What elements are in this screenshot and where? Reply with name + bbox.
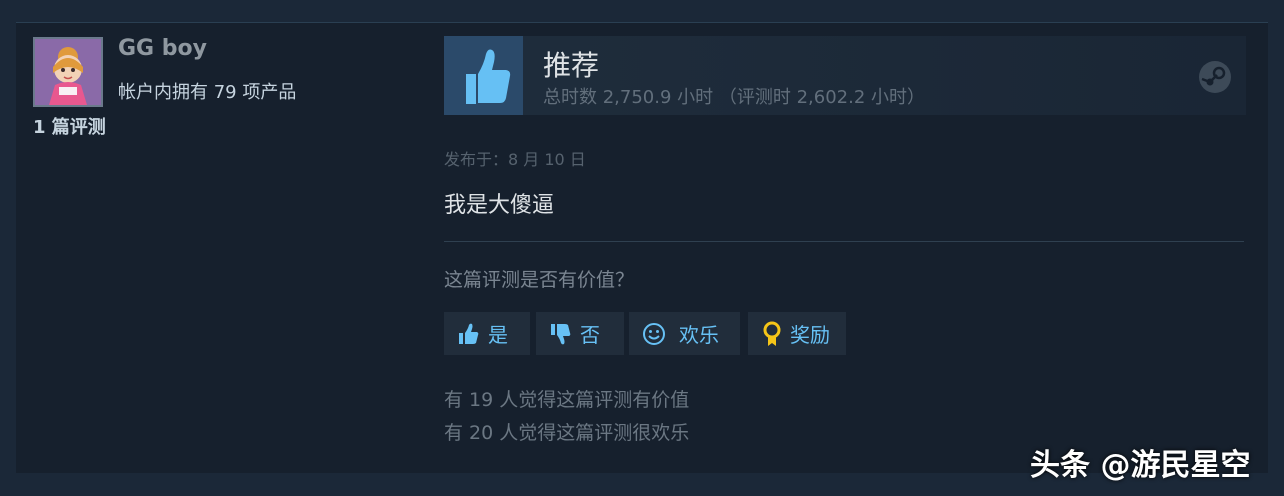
vote-no-label: 否 xyxy=(580,323,600,347)
vote-funny-label: 欢乐 xyxy=(679,323,719,347)
watermark: 头条 @游民星空 xyxy=(1030,448,1251,483)
avatar[interactable] xyxy=(33,37,103,107)
vote-no-button[interactable]: 否 xyxy=(536,312,624,355)
playtime: 总时数 2,750.9 小时 （评测时 2,602.2 小时） xyxy=(543,87,926,108)
steam-icon xyxy=(1198,60,1232,94)
helpful-question: 这篇评测是否有价值？ xyxy=(444,269,635,291)
review-count[interactable]: 1 篇评测 xyxy=(33,113,106,139)
avatar-image xyxy=(35,39,101,105)
award-icon xyxy=(763,321,781,346)
smiley-icon xyxy=(643,322,665,345)
divider xyxy=(444,241,1244,242)
review-content: 我是大傻逼 xyxy=(444,193,555,218)
verdict-icon-box xyxy=(444,36,523,115)
funny-count: 有 20 人觉得这篇评测很欢乐 xyxy=(444,422,690,444)
products-owned[interactable]: 帐户内拥有 79 项产品 xyxy=(118,78,296,104)
thumbs-down-icon xyxy=(551,323,571,344)
reviewer-name[interactable]: GG boy xyxy=(118,36,207,61)
vote-yes-label: 是 xyxy=(488,323,508,347)
award-label: 奖励 xyxy=(790,323,830,347)
thumbs-up-icon xyxy=(459,323,479,344)
thumbs-up-icon xyxy=(466,49,511,104)
posted-date: 发布于：8 月 10 日 xyxy=(444,150,586,169)
top-strip xyxy=(0,0,1284,22)
verdict-label[interactable]: 推荐 xyxy=(543,44,599,84)
helpful-count: 有 19 人觉得这篇评测有价值 xyxy=(444,389,690,411)
vote-yes-button[interactable]: 是 xyxy=(444,312,530,355)
vote-funny-button[interactable]: 欢乐 xyxy=(629,312,740,355)
award-button[interactable]: 奖励 xyxy=(748,312,846,355)
